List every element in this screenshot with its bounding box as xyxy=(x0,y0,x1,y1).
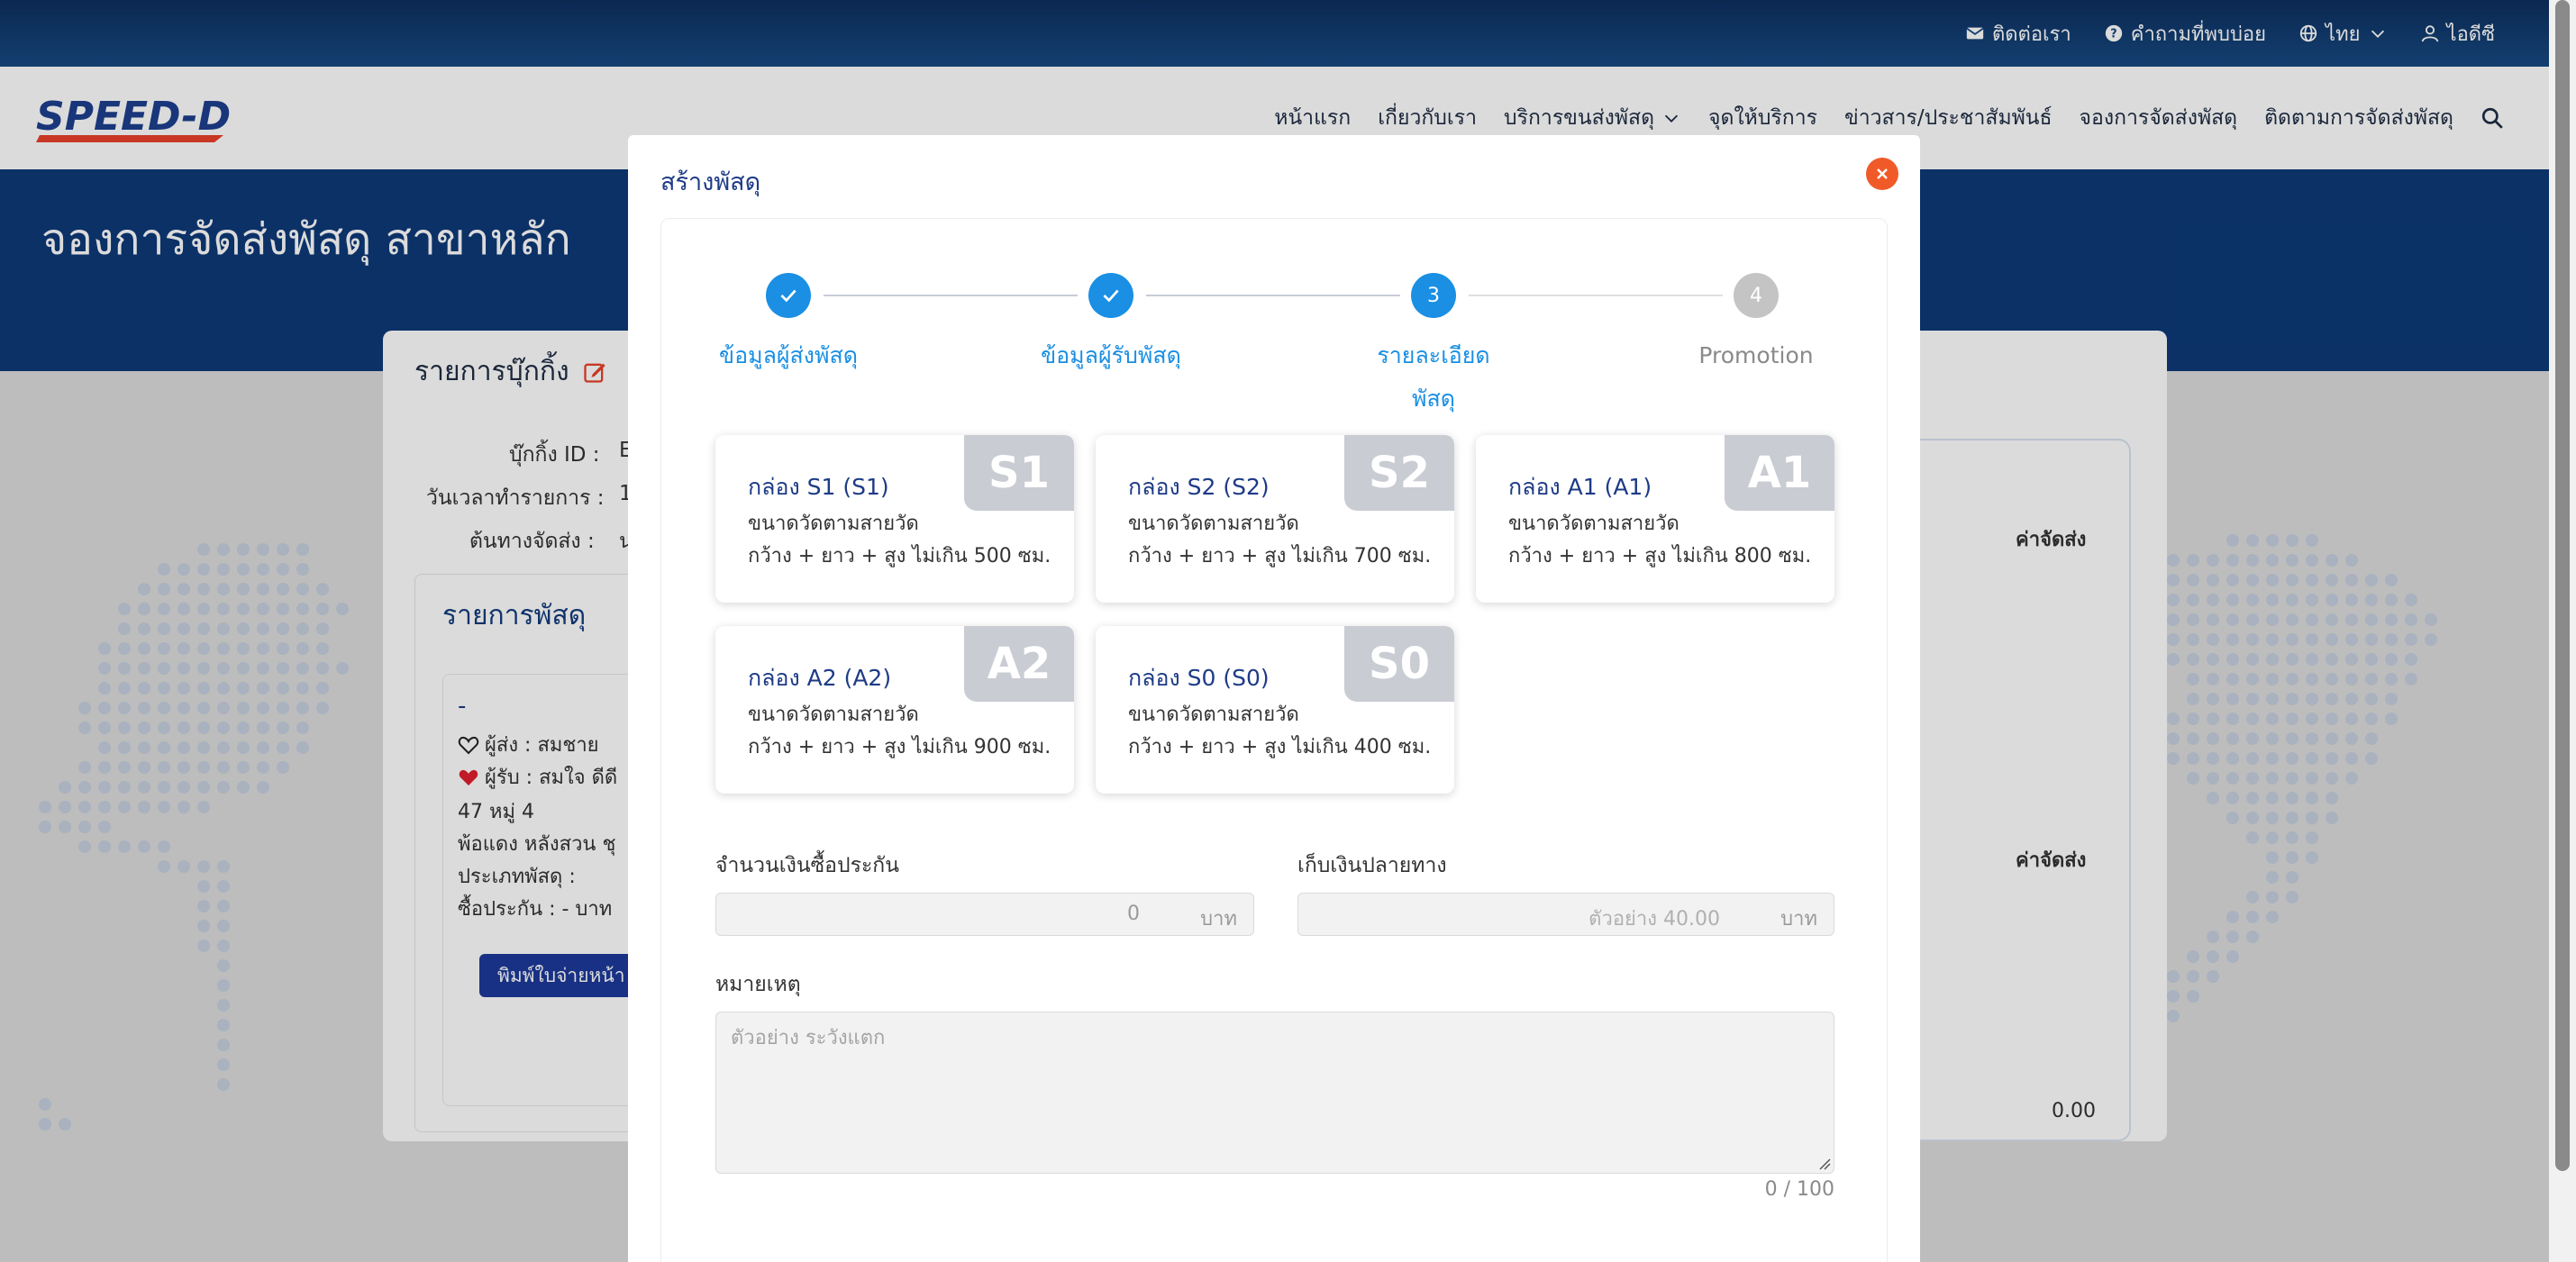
cod-input[interactable]: ตัวอย่าง 40.00 บาท xyxy=(1297,893,1834,936)
box-badge: A1 xyxy=(1725,435,1834,511)
step-3-label-line1: รายละเอียด xyxy=(1377,342,1490,368)
box-title: กล่อง A1 (A1) xyxy=(1508,474,1652,500)
note-placeholder: ตัวอย่าง ระวังแตก xyxy=(731,1027,886,1049)
box-measure-text: ขนาดวัดตามสายวัด xyxy=(748,704,919,726)
step-1-circle[interactable] xyxy=(766,273,811,318)
box-title: กล่อง S1 (S1) xyxy=(748,474,889,500)
box-measure-text: ขนาดวัดตามสายวัด xyxy=(748,513,919,535)
cod-unit: บาท xyxy=(1780,908,1817,931)
box-size-limit: กว้าง + ยาว + สูง ไม่เกิน 500 ซม. xyxy=(748,545,1051,567)
step-4-label: Promotion xyxy=(1666,334,1846,377)
modal-body: 3 4 ข้อมูลผู้ส่งพัสดุ ข้อมูลผู้รับพัสดุ … xyxy=(660,218,1888,1262)
box-option-s1[interactable]: S1 กล่อง S1 (S1) ขนาดวัดตามสายวัด กว้าง … xyxy=(715,435,1074,603)
step-connector xyxy=(1469,295,1723,296)
step-3-label: รายละเอียด พัสดุ xyxy=(1343,334,1524,421)
note-label: หมายเหตุ xyxy=(715,973,801,996)
box-title: กล่อง S2 (S2) xyxy=(1128,474,1270,500)
insurance-unit: บาท xyxy=(1200,908,1237,931)
step-1-label-text: ข้อมูลผู้ส่งพัสดุ xyxy=(719,342,858,368)
step-2-circle[interactable] xyxy=(1088,273,1133,318)
stepper: 3 4 ข้อมูลผู้ส่งพัสดุ ข้อมูลผู้รับพัสดุ … xyxy=(661,219,1887,444)
box-measure-text: ขนาดวัดตามสายวัด xyxy=(1508,513,1679,535)
check-icon xyxy=(780,289,796,303)
box-option-s0[interactable]: S0 กล่อง S0 (S0) ขนาดวัดตามสายวัด กว้าง … xyxy=(1096,626,1454,794)
cod-label: เก็บเงินปลายทาง xyxy=(1297,854,1447,877)
resize-handle-icon[interactable] xyxy=(1818,1158,1831,1170)
box-size-limit: กว้าง + ยาว + สูง ไม่เกิน 900 ซม. xyxy=(748,736,1051,758)
box-option-a2[interactable]: A2 กล่อง A2 (A2) ขนาดวัดตามสายวัด กว้าง … xyxy=(715,626,1074,794)
box-size-limit: กว้าง + ยาว + สูง ไม่เกิน 400 ซม. xyxy=(1128,736,1432,758)
note-textarea[interactable]: ตัวอย่าง ระวังแตก xyxy=(715,1012,1834,1174)
insurance-value: 0 xyxy=(1127,903,1140,925)
box-title: กล่อง S0 (S0) xyxy=(1128,665,1270,691)
step-2-label: ข้อมูลผู้รับพัสดุ xyxy=(1021,334,1201,377)
insurance-input[interactable]: 0 บาท xyxy=(715,893,1254,936)
box-option-s2[interactable]: S2 กล่อง S2 (S2) ขนาดวัดตามสายวัด กว้าง … xyxy=(1096,435,1454,603)
box-size-limit: กว้าง + ยาว + สูง ไม่เกิน 800 ซม. xyxy=(1508,545,1812,567)
box-badge: S1 xyxy=(964,435,1074,511)
step-3-label-line2: พัสดุ xyxy=(1412,386,1455,412)
step-connector xyxy=(1146,295,1400,296)
insurance-label: จำนวนเงินซื้อประกัน xyxy=(715,854,899,877)
box-size-limit: กว้าง + ยาว + สูง ไม่เกิน 700 ซม. xyxy=(1128,545,1432,567)
create-parcel-modal: สร้างพัสดุ 3 4 ข้อมูลผู้ส่งพัสดุ ข้อมูลผ… xyxy=(628,135,1920,1262)
close-icon xyxy=(1877,168,1888,179)
step-4-label-text: Promotion xyxy=(1698,342,1814,368)
box-badge: S2 xyxy=(1344,435,1454,511)
step-connector xyxy=(824,295,1078,296)
box-measure-text: ขนาดวัดตามสายวัด xyxy=(1128,704,1299,726)
box-measure-text: ขนาดวัดตามสายวัด xyxy=(1128,513,1299,535)
modal-title: สร้างพัสดุ xyxy=(660,168,761,196)
close-button[interactable] xyxy=(1866,158,1898,190)
step-1-label: ข้อมูลผู้ส่งพัสดุ xyxy=(698,334,878,377)
box-option-a1[interactable]: A1 กล่อง A1 (A1) ขนาดวัดตามสายวัด กว้าง … xyxy=(1476,435,1834,603)
box-badge: S0 xyxy=(1344,626,1454,702)
scrollbar-thumb[interactable] xyxy=(2555,0,2570,1171)
note-char-counter: 0 / 100 xyxy=(1764,1178,1834,1201)
step-3-circle[interactable]: 3 xyxy=(1411,273,1456,318)
step-4-circle[interactable]: 4 xyxy=(1734,273,1779,318)
box-badge: A2 xyxy=(964,626,1074,702)
box-title: กล่อง A2 (A2) xyxy=(748,665,892,691)
page-scrollbar[interactable] xyxy=(2549,0,2576,1262)
check-icon xyxy=(1103,289,1119,303)
cod-placeholder: ตัวอย่าง 40.00 xyxy=(1588,908,1720,931)
step-2-label-text: ข้อมูลผู้รับพัสดุ xyxy=(1041,342,1181,368)
